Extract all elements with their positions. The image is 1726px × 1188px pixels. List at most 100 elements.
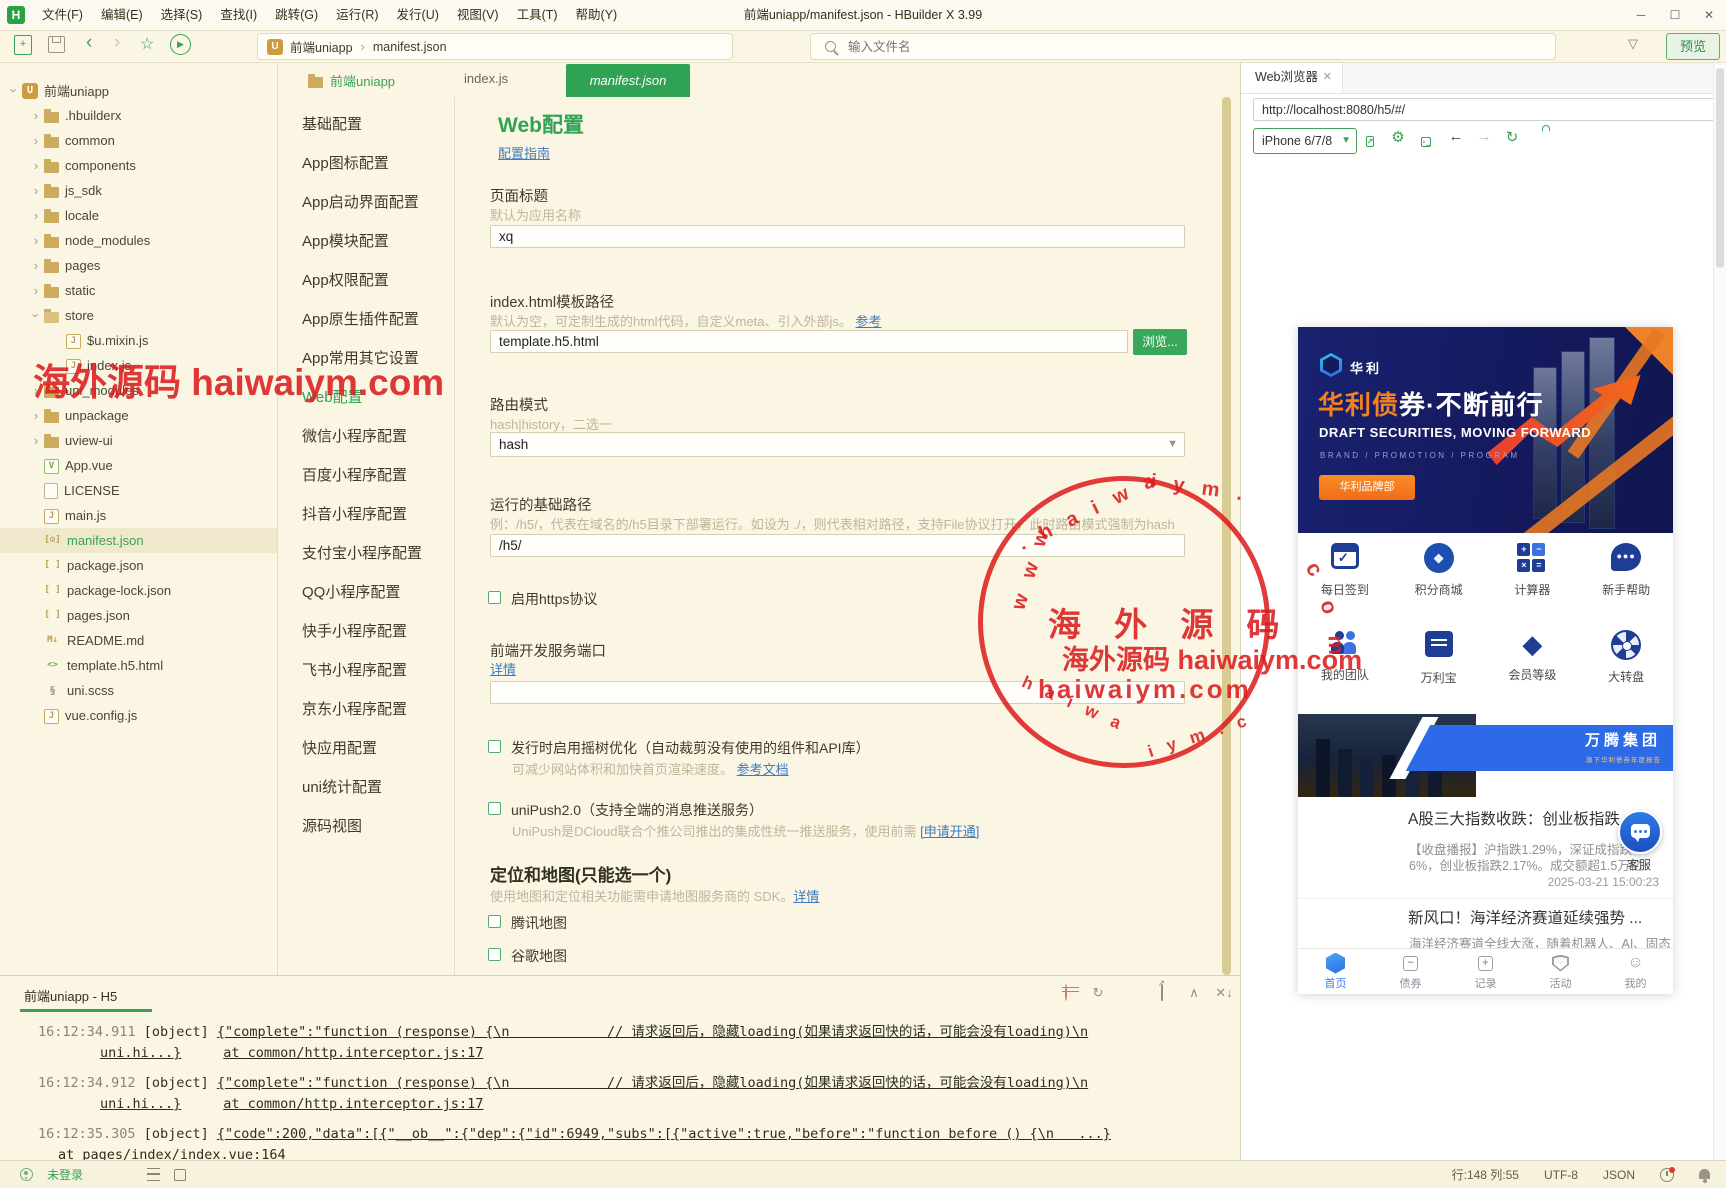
menu-tools[interactable]: 工具(T) bbox=[508, 0, 567, 30]
menu-publish[interactable]: 发行(U) bbox=[388, 0, 448, 30]
grid-item-team[interactable]: 我的团队 bbox=[1298, 620, 1392, 700]
nav-quickapp[interactable]: 快应用配置 bbox=[278, 729, 454, 768]
chevron-collapsed-icon[interactable]: › bbox=[28, 408, 44, 423]
clear-icon[interactable]: ✕↓ bbox=[1214, 985, 1234, 1001]
tree-item-folder[interactable]: ›js_sdk bbox=[0, 178, 277, 203]
login-status[interactable]: 未登录 bbox=[47, 1166, 83, 1183]
run-icon[interactable]: ▶ bbox=[170, 34, 191, 55]
tabstrip-project-label[interactable]: 前端uniapp bbox=[308, 71, 395, 90]
new-file-icon[interactable]: + bbox=[14, 35, 32, 55]
chevron-collapsed-icon[interactable]: › bbox=[28, 208, 44, 223]
news-title[interactable]: A股三大指数收跌：创业板指跌 bbox=[1408, 807, 1620, 829]
caret-position[interactable]: 行:148 列:55 bbox=[1452, 1166, 1519, 1183]
config-guide-link[interactable]: 配置指南 bbox=[498, 143, 550, 162]
nav-app-other[interactable]: App常用其它设置 bbox=[278, 339, 454, 378]
browse-button[interactable]: 浏览... bbox=[1133, 329, 1187, 355]
chevron-collapsed-icon[interactable]: › bbox=[28, 133, 44, 148]
log-link[interactable]: {"code":200,"data":[{"__ob__":{"dep":{"i… bbox=[217, 1126, 1111, 1142]
clock-badge-icon[interactable] bbox=[1660, 1168, 1674, 1182]
maximize-button[interactable]: ☐ bbox=[1658, 0, 1692, 30]
grid-item-wanlibao[interactable]: 万利宝 bbox=[1392, 620, 1486, 700]
export-icon[interactable] bbox=[1152, 985, 1172, 1000]
refresh-icon[interactable]: ↻ bbox=[1501, 128, 1523, 146]
tree-item-project[interactable]: ›U前端uniapp bbox=[0, 78, 277, 103]
nav-qq-mp[interactable]: QQ小程序配置 bbox=[278, 573, 454, 612]
tree-item-folder[interactable]: ›pages bbox=[0, 253, 277, 278]
nav-base-config[interactable]: 基础配置 bbox=[278, 105, 454, 144]
close-icon[interactable]: ✕ bbox=[1323, 62, 1332, 93]
tree-item-folder[interactable]: ›static bbox=[0, 278, 277, 303]
tabbar-bonds[interactable]: ~债券 bbox=[1373, 949, 1448, 994]
star-icon[interactable]: ☆ bbox=[140, 34, 154, 54]
url-bar[interactable]: http://localhost:8080/h5/#/ bbox=[1253, 98, 1715, 121]
banner-brand-button[interactable]: 华利品牌部 bbox=[1319, 475, 1415, 500]
grid-item-help[interactable]: ●●●新手帮助 bbox=[1579, 533, 1673, 613]
browser-scrollbar[interactable] bbox=[1713, 62, 1726, 1160]
grid-item-points-mall[interactable]: ◆积分商城 bbox=[1392, 533, 1486, 613]
device-select[interactable]: iPhone 6/7/8▼ bbox=[1253, 128, 1357, 154]
tree-item-file[interactable]: ›LICENSE bbox=[0, 478, 277, 503]
nav-app-icon[interactable]: App图标配置 bbox=[278, 144, 454, 183]
log-link[interactable]: uni.hi...} bbox=[100, 1096, 181, 1112]
log-location-link[interactable]: at pages/index/index.vue:164 bbox=[58, 1147, 286, 1160]
grid-item-calculator[interactable]: +−×=计算器 bbox=[1486, 533, 1580, 613]
nav-back-icon[interactable]: ← bbox=[1445, 128, 1467, 145]
tree-item-file[interactable]: Jindex.js bbox=[0, 353, 277, 378]
tab-manifest-active[interactable]: manifest.json bbox=[566, 64, 690, 97]
unipush-apply-link[interactable]: [申请开通] bbox=[920, 824, 979, 839]
menu-find[interactable]: 查找(I) bbox=[211, 0, 266, 30]
chevron-collapsed-icon[interactable]: › bbox=[28, 283, 44, 298]
customer-service-button[interactable] bbox=[1618, 810, 1662, 854]
map-detail-link[interactable]: 详情 bbox=[793, 889, 819, 904]
nav-uni-stats[interactable]: uni统计配置 bbox=[278, 768, 454, 807]
chevron-collapsed-icon[interactable]: › bbox=[28, 233, 44, 248]
encoding[interactable]: UTF-8 bbox=[1544, 1168, 1578, 1182]
chevron-expanded-icon[interactable]: › bbox=[29, 308, 44, 324]
chevron-collapsed-icon[interactable]: › bbox=[28, 183, 44, 198]
menu-edit[interactable]: 编辑(E) bbox=[92, 0, 152, 30]
file-search-box[interactable] bbox=[810, 33, 1556, 60]
open-external-icon[interactable]: ↗ bbox=[1359, 131, 1381, 148]
tree-item-folder[interactable]: ›uni_modules bbox=[0, 378, 277, 403]
breadcrumb-project[interactable]: 前端uniapp bbox=[290, 37, 353, 56]
nav-app-modules[interactable]: App模块配置 bbox=[278, 222, 454, 261]
grid-item-lucky-wheel[interactable]: 大转盘 bbox=[1579, 620, 1673, 700]
breadcrumb[interactable]: U 前端uniapp › manifest.json bbox=[257, 33, 733, 60]
chevron-collapsed-icon[interactable]: › bbox=[28, 383, 44, 398]
template-reference-link[interactable]: 参考 bbox=[855, 314, 881, 329]
nav-web-config-active[interactable]: Web配置 bbox=[278, 378, 454, 417]
tree-item-file[interactable]: ›[ ]package-lock.json bbox=[0, 578, 277, 603]
tree-item-folder[interactable]: ›unpackage bbox=[0, 403, 277, 428]
user-icon[interactable] bbox=[20, 1168, 33, 1181]
tree-item-file[interactable]: ›§uni.scss bbox=[0, 678, 277, 703]
menu-select[interactable]: 选择(S) bbox=[152, 0, 212, 30]
chevron-collapsed-icon[interactable]: › bbox=[28, 258, 44, 273]
tabbar-activity[interactable]: 活动 bbox=[1523, 949, 1598, 994]
menu-file[interactable]: 文件(F) bbox=[33, 0, 92, 30]
hero-banner[interactable]: 华利 华利债券·不断前行 DRAFT SECURITIES, MOVING FO… bbox=[1298, 327, 1673, 533]
console-icon[interactable]: ›_ bbox=[1415, 131, 1437, 148]
https-checkbox[interactable] bbox=[488, 591, 501, 604]
tabbar-mine[interactable]: ☺我的 bbox=[1598, 949, 1673, 994]
nav-douyin-mp[interactable]: 抖音小程序配置 bbox=[278, 495, 454, 534]
tabbar-home[interactable]: 首页 bbox=[1298, 949, 1373, 994]
log-link[interactable]: {"complete":"function (response) {\n // … bbox=[217, 1024, 1088, 1040]
menu-goto[interactable]: 跳转(G) bbox=[266, 0, 327, 30]
nav-forward-icon[interactable]: → bbox=[1473, 128, 1495, 145]
google-map-checkbox[interactable] bbox=[488, 948, 501, 961]
tree-item-folder[interactable]: ›uview-ui bbox=[0, 428, 277, 453]
nav-weixin-mp[interactable]: 微信小程序配置 bbox=[278, 417, 454, 456]
tree-item-file[interactable]: ›M↓README.md bbox=[0, 628, 277, 653]
back-icon[interactable]: ‹ bbox=[86, 32, 92, 54]
unipush-checkbox[interactable] bbox=[488, 802, 501, 815]
tree-item-folder[interactable]: ›locale bbox=[0, 203, 277, 228]
close-button[interactable]: ✕ bbox=[1692, 0, 1726, 30]
menu-help[interactable]: 帮助(Y) bbox=[567, 0, 627, 30]
nav-kuaishou-mp[interactable]: 快手小程序配置 bbox=[278, 612, 454, 651]
chevron-collapsed-icon[interactable]: › bbox=[28, 433, 44, 448]
base-path-input[interactable] bbox=[490, 534, 1185, 557]
chevron-collapsed-icon[interactable]: › bbox=[28, 108, 44, 123]
menu-run[interactable]: 运行(R) bbox=[327, 0, 387, 30]
tabbar-records[interactable]: +记录 bbox=[1448, 949, 1523, 994]
nav-baidu-mp[interactable]: 百度小程序配置 bbox=[278, 456, 454, 495]
